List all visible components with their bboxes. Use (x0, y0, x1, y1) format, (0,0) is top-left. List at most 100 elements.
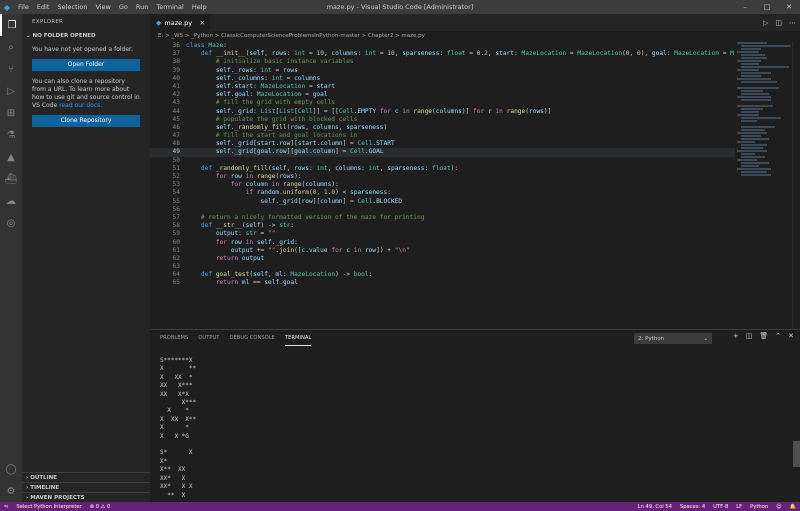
minimap-line (741, 93, 769, 95)
cursor-position[interactable]: Ln 49, Col 54 (634, 504, 676, 510)
menu-view[interactable]: View (91, 0, 114, 14)
minimap-line (741, 117, 781, 119)
minimap-line (741, 138, 769, 140)
code-line: 36 class Maze: (172, 42, 228, 49)
search-icon[interactable]: ⌕ (0, 36, 22, 58)
run-file-icon[interactable]: ▷ (763, 19, 768, 27)
docker-icon[interactable]: ⛴ (0, 168, 22, 190)
close-icon[interactable]: ✕ (778, 0, 800, 14)
minimap-line (741, 108, 763, 110)
split-editor-icon[interactable]: ◫ (775, 19, 782, 27)
code-line: 61 output += "".join([c.value for c in r… (172, 246, 410, 254)
code-line: 56 (172, 205, 180, 213)
editor-tabs: ◆ maze.py ✕ ▷ ◫ ⋯ (150, 14, 800, 31)
clone-message: You can also clone a repository from a U… (32, 78, 140, 109)
code-line: 39 self._rows: int = rows (172, 66, 298, 74)
read-docs-link[interactable]: read our docs. (59, 102, 102, 109)
menu-help[interactable]: Help (188, 0, 211, 14)
minimap-line (741, 45, 791, 47)
tab-maze-py[interactable]: ◆ maze.py ✕ (150, 14, 210, 31)
close-tab-icon[interactable]: ✕ (200, 19, 205, 27)
code-line: 58 def __str__(self) -> str: (172, 222, 295, 230)
tab-output[interactable]: OUTPUT (198, 330, 219, 346)
breadcrumb[interactable]: E: > _WS > _Python > ClassicComputerScie… (150, 31, 800, 42)
minimap-line (741, 144, 767, 146)
minimap-line (741, 147, 763, 149)
code-line: 55 self._grid[row][column] = Cell.BLOCKE… (172, 197, 403, 205)
maven-projects-section[interactable]: › MAVEN PROJECTS (22, 492, 150, 502)
bell-icon[interactable]: 🔔 (786, 504, 800, 510)
maximize-icon[interactable]: □ (756, 0, 778, 14)
split-terminal-icon[interactable]: ◫ (746, 332, 753, 340)
line-ending[interactable]: LF (732, 504, 746, 510)
activity-bar: ❐ ⌕ ⑂ ▷ ⊞ ⚗ ▲ ⛴ ☁ ◎ ◯ ⚙ (0, 14, 22, 502)
select-interpreter[interactable]: Select Python Interpreter (12, 504, 85, 510)
remote-indicator-icon[interactable]: ⇋ (0, 504, 12, 510)
chevron-up-icon[interactable]: ⌃ (775, 332, 781, 340)
code-line: 62 return output (172, 254, 265, 262)
extensions-icon[interactable]: ⊞ (0, 102, 22, 124)
minimap-line (741, 153, 755, 155)
code-line: 59 output: str = "" (172, 230, 276, 238)
minimap-line (741, 72, 771, 74)
menu-go[interactable]: Go (115, 0, 132, 14)
minimap[interactable] (735, 42, 792, 329)
minimap-line (741, 81, 777, 83)
timeline-section[interactable]: › TIMELINE (22, 482, 150, 492)
minimap-line (741, 174, 771, 176)
problems-indicator[interactable]: ⊗ 0 ⚠ 0 (86, 504, 115, 510)
minimap-line (741, 126, 775, 128)
language-mode[interactable]: Python (746, 504, 772, 510)
minimap-line (741, 171, 767, 173)
open-folder-button[interactable]: Open Folder (32, 59, 140, 71)
menu-file[interactable]: File (14, 0, 33, 14)
menu-run[interactable]: Run (132, 0, 152, 14)
close-panel-icon[interactable]: ✕ (788, 332, 794, 340)
no-folder-section[interactable]: ⌄ NO FOLDER OPENED (22, 30, 150, 42)
minimap-line (741, 66, 789, 68)
tab-debug-console[interactable]: DEBUG CONSOLE (229, 330, 274, 346)
minimap-line (737, 132, 767, 134)
code-line: 50 (172, 156, 180, 164)
explorer-icon[interactable]: ❐ (0, 14, 22, 36)
tab-terminal[interactable]: TERMINAL (284, 330, 312, 346)
more-actions-icon[interactable]: ⋯ (789, 19, 796, 27)
live-share-icon[interactable]: ◎ (0, 212, 22, 234)
code-line: 54 if random.uniform(0, 1.0) < sparsenes… (172, 189, 391, 197)
menu-terminal[interactable]: Terminal (152, 0, 187, 14)
code-line: 57 # return a nicely formatted version o… (172, 213, 425, 221)
editor-scrollbar[interactable] (792, 42, 800, 329)
clone-repository-button[interactable]: Clone Repository (32, 115, 140, 127)
azure-icon[interactable]: ▲ (0, 146, 22, 168)
testing-icon[interactable]: ⚗ (0, 124, 22, 146)
new-terminal-icon[interactable]: + (733, 332, 739, 340)
indentation[interactable]: Spaces: 4 (676, 504, 709, 510)
outline-section[interactable]: › OUTLINE (22, 472, 150, 482)
bottom-panel: PROBLEMS OUTPUT DEBUG CONSOLE TERMINAL 2… (150, 329, 800, 502)
account-icon[interactable]: ◯ (0, 458, 22, 480)
code-editor[interactable]: 36 class Maze: 37 def __init__(self, rows… (150, 42, 735, 329)
code-line: 65 return ml == self.goal (172, 279, 298, 287)
feedback-icon[interactable]: ☺ (772, 504, 785, 510)
terminal-select[interactable]: 2: Python ⌄ (634, 333, 712, 344)
code-line: 43 # fill the grid with empty cells (172, 99, 336, 107)
terminal-scrollbar[interactable] (793, 441, 800, 467)
minimap-line (741, 90, 763, 92)
minimap-line (741, 162, 769, 164)
code-line: 37 def __init__(self, rows: int = 10, co… (172, 50, 734, 58)
minimap-line (737, 105, 773, 107)
trash-icon[interactable]: 🗑 (759, 332, 768, 340)
tab-problems[interactable]: PROBLEMS (160, 330, 188, 346)
minimize-icon[interactable]: – (734, 0, 756, 14)
remote-icon[interactable]: ☁ (0, 190, 22, 212)
source-control-icon[interactable]: ⑂ (0, 58, 22, 80)
code-line: 44 self._grid: List[List[Cell]] = [[Cell… (172, 107, 552, 115)
run-debug-icon[interactable]: ▷ (0, 80, 22, 102)
minimap-line (741, 156, 765, 158)
menu-edit[interactable]: Edit (33, 0, 54, 14)
terminal-output[interactable]: S*******X X ** X XX * XX X*** XX X*X X**… (160, 357, 196, 500)
menu-selection[interactable]: Selection (53, 0, 91, 14)
minimap-line (737, 168, 771, 170)
encoding[interactable]: UTF-8 (709, 504, 732, 510)
gear-icon[interactable]: ⚙ (0, 480, 22, 502)
